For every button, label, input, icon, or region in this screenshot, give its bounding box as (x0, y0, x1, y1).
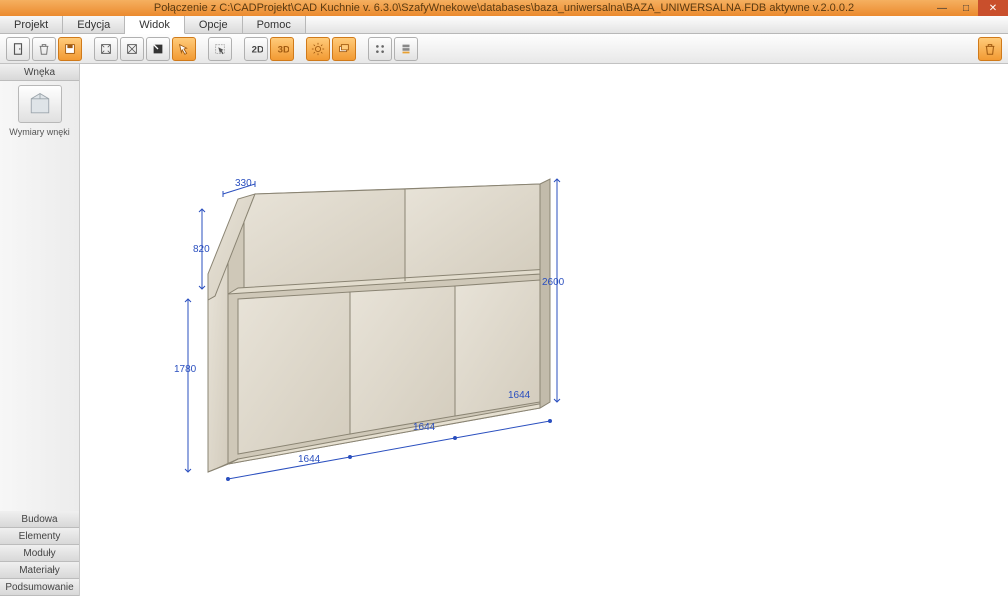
tool-arrow-icon[interactable] (172, 37, 196, 61)
tool-save-icon[interactable] (58, 37, 82, 61)
menu-opcje[interactable]: Opcje (185, 16, 243, 33)
tile-label-wymiary: Wymiary wnęki (9, 127, 69, 137)
sidebar-header-moduly[interactable]: Moduły (0, 545, 79, 562)
maximize-button[interactable]: □ (954, 0, 978, 16)
menu-pomoc[interactable]: Pomoc (243, 16, 306, 33)
cabinet-drawing (80, 64, 1008, 596)
tool-group-5 (306, 37, 356, 61)
dim-left-upper: 820 (193, 244, 210, 255)
tool-corner-icon[interactable] (146, 37, 170, 61)
dim-bottom-left: 1644 (298, 454, 320, 465)
menu-projekt[interactable]: Projekt (0, 16, 63, 33)
dim-right-height: 2600 (542, 277, 564, 288)
toolbar: 2D 3D (0, 34, 1008, 64)
close-button[interactable]: ✕ (978, 0, 1008, 16)
tool-2d-icon[interactable]: 2D (244, 37, 268, 61)
menu-widok[interactable]: Widok (125, 16, 185, 34)
sidebar-header-budowa[interactable]: Budowa (0, 511, 79, 528)
tool-sun-icon[interactable] (306, 37, 330, 61)
tool-delete-icon[interactable] (978, 37, 1002, 61)
canvas-3d-view[interactable]: 330 820 1780 2600 1644 1644 1644 (80, 64, 1008, 596)
sidebar: Wnęka Wymiary wnęki Budowa Elementy Modu… (0, 64, 80, 596)
tool-group-4: 2D 3D (244, 37, 294, 61)
sidebar-header-podsumowanie[interactable]: Podsumowanie (0, 579, 79, 596)
tool-group-3 (208, 37, 232, 61)
dim-left-lower: 1780 (174, 364, 196, 375)
tool-grid-icon[interactable] (368, 37, 392, 61)
tool-layers-icon[interactable] (332, 37, 356, 61)
tool-door-icon[interactable] (6, 37, 30, 61)
menubar: Projekt Edycja Widok Opcje Pomoc (0, 16, 1008, 34)
dim-bottom-mid: 1644 (413, 422, 435, 433)
tool-3d-icon[interactable]: 3D (270, 37, 294, 61)
tool-group-1 (6, 37, 82, 61)
svg-text:2D: 2D (252, 44, 263, 55)
tool-stack-icon[interactable] (394, 37, 418, 61)
dim-bottom-right: 1644 (508, 390, 530, 401)
menu-edycja[interactable]: Edycja (63, 16, 125, 33)
window-controls: — □ ✕ (930, 0, 1008, 16)
svg-text:3D: 3D (278, 44, 289, 55)
sidebar-panel-body: Wymiary wnęki (0, 81, 79, 511)
minimize-button[interactable]: — (930, 0, 954, 16)
sidebar-bottom-panels: Budowa Elementy Moduły Materiały Podsumo… (0, 511, 79, 596)
dim-top-depth: 330 (235, 178, 252, 189)
tool-select-icon[interactable] (208, 37, 232, 61)
tool-center-icon[interactable] (120, 37, 144, 61)
tool-tile-wymiary[interactable] (18, 85, 62, 123)
content-area: Wnęka Wymiary wnęki Budowa Elementy Modu… (0, 64, 1008, 596)
tool-group-6 (368, 37, 418, 61)
titlebar: Połączenie z C:\CADProjekt\CAD Kuchnie v… (0, 0, 1008, 16)
tool-group-2 (94, 37, 196, 61)
sidebar-header-materialy[interactable]: Materiały (0, 562, 79, 579)
tool-fit-icon[interactable] (94, 37, 118, 61)
titlebar-text: Połączenie z C:\CADProjekt\CAD Kuchnie v… (154, 2, 854, 14)
sidebar-header-wneka[interactable]: Wnęka (0, 64, 79, 81)
tool-trash-icon[interactable] (32, 37, 56, 61)
sidebar-header-elementy[interactable]: Elementy (0, 528, 79, 545)
